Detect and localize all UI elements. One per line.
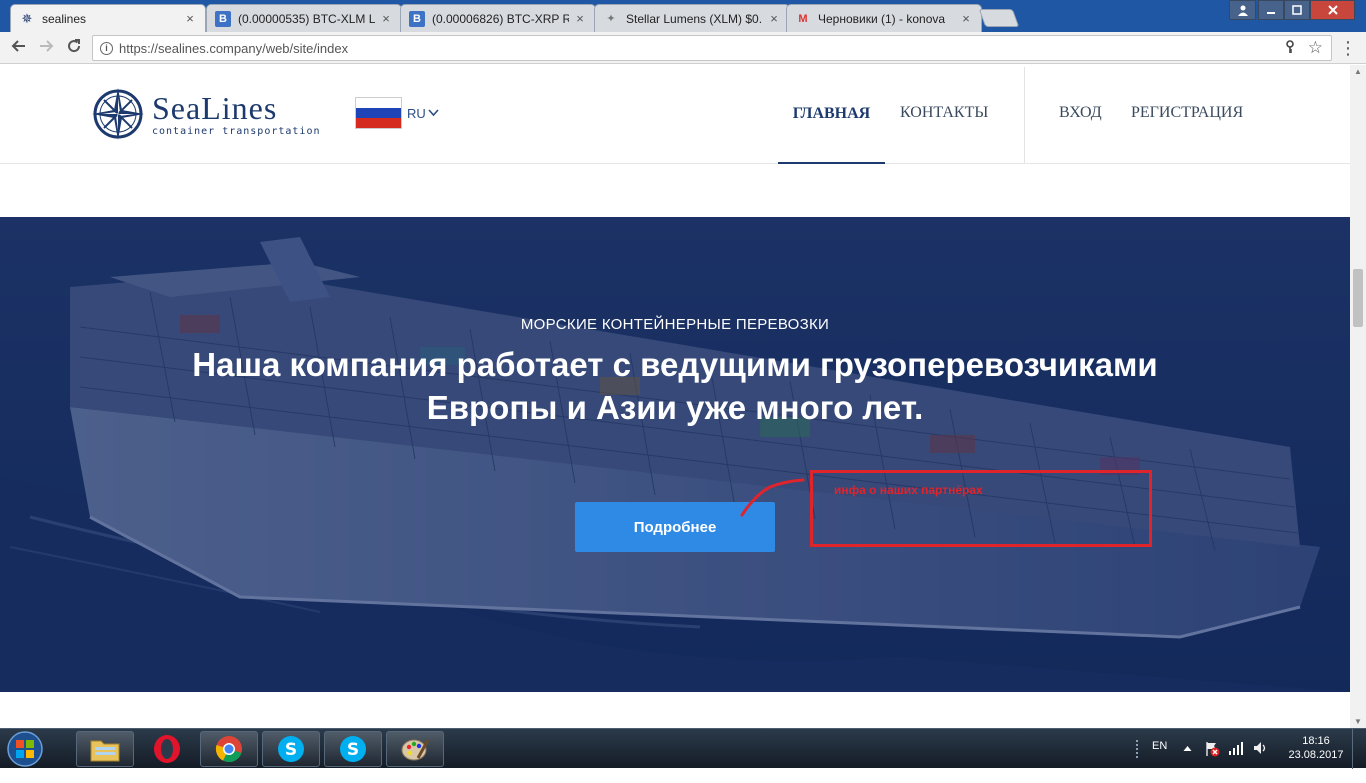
logo-name: SeaLines [152,89,278,126]
clock-date: 23.08.2017 [1288,749,1344,761]
chrome-menu-icon[interactable]: ⋮ [1339,38,1357,58]
reload-icon[interactable] [64,38,84,58]
site-header: SeaLines container transportation RU ГЛА… [0,65,1350,164]
maximize-icon[interactable] [1284,0,1310,20]
input-language[interactable]: EN [1152,740,1167,780]
chevron-down-icon [428,106,439,120]
nav-home[interactable]: ГЛАВНАЯ [778,65,885,164]
russia-flag-icon [355,97,402,129]
annotation-box [810,470,1152,547]
windows-logo-icon [7,731,43,767]
skype-icon[interactable]: S [262,731,320,767]
scroll-up-icon[interactable]: ▲ [1353,67,1363,76]
annotation-text: инфа о наших партнёрах [834,483,983,497]
back-icon[interactable] [9,38,29,58]
browser-toolbar: i https://sealines.company/web/site/inde… [0,32,1366,64]
start-button[interactable] [3,730,47,768]
network-signal-icon[interactable] [1228,741,1244,781]
key-icon[interactable] [1285,40,1295,57]
compass-rose-icon [92,88,144,140]
skype-icon[interactable]: S [324,731,382,767]
profile-icon[interactable] [1229,0,1256,20]
site-info-icon[interactable]: i [100,42,113,55]
show-hidden-icons-icon[interactable] [1183,743,1192,783]
page-scrollbar[interactable]: ▲ ▼ [1350,65,1366,728]
tab-btc-xrp[interactable]: B (0.00006826) BTC-XRP R × [400,4,596,32]
scroll-down-icon[interactable]: ▼ [1353,717,1363,726]
forward-icon[interactable] [36,38,56,58]
sealines-logo[interactable]: SeaLines container transportation [90,86,321,142]
close-icon[interactable]: × [767,11,781,26]
bittrex-b-icon: B [215,10,231,27]
bittrex-b-icon: B [409,10,425,27]
bookmark-star-icon[interactable]: ☆ [1308,38,1323,58]
page-viewport: SeaLines container transportation RU ГЛА… [0,65,1350,728]
tab-gmail[interactable]: M Черновики (1) - konova × [786,4,982,32]
clock[interactable]: 18:16 23.08.2017 [1286,734,1346,774]
volume-icon[interactable] [1253,740,1269,780]
tab-title: (0.00000535) BTC-XLM L [238,11,375,26]
paint-icon[interactable] [386,731,444,767]
close-icon[interactable]: × [573,11,587,26]
taskbar-separator [58,731,72,767]
tab-title: Черновики (1) - konova [818,11,946,26]
tab-stellar[interactable]: ✦ Stellar Lumens (XLM) $0. × [594,4,790,32]
hero-banner: МОРСКИЕ КОНТЕЙНЕРНЫЕ ПЕРЕВОЗКИ Наша комп… [0,217,1350,692]
url-text: https://sealines.company/web/site/index [119,41,349,56]
opera-icon[interactable] [138,731,196,767]
tray-overflow-grip [1135,739,1141,779]
tab-title: sealines [42,11,87,26]
close-icon[interactable]: × [379,11,393,26]
tab-sealines[interactable]: ✵ sealines × [10,4,206,32]
new-tab-button[interactable] [978,9,1020,27]
chrome-icon[interactable] [200,731,258,767]
annotation-arrow [740,478,805,517]
stellar-icon: ✦ [606,13,616,25]
nav-divider [1024,67,1025,163]
browser-tab-strip: ✵ sealines × B (0.00000535) BTC-XLM L × … [0,0,1366,32]
windows-taskbar: S S EN 18:16 23.08.2017 [0,728,1366,769]
address-bar[interactable]: i https://sealines.company/web/site/inde… [92,35,1332,61]
window-controls [1229,0,1355,20]
sealines-compass-icon: ✵ [21,10,33,26]
tab-btc-xlm[interactable]: B (0.00000535) BTC-XLM L × [206,4,402,32]
nav-login[interactable]: ВХОД [1059,104,1102,122]
scroll-thumb[interactable] [1353,269,1363,327]
svg-text:S: S [347,740,359,760]
tab-title: (0.00006826) BTC-XRP R [432,11,569,26]
close-window-icon[interactable] [1310,0,1355,20]
logo-tagline: container transportation [152,125,321,137]
language-selector[interactable]: RU [355,97,439,129]
gmail-icon: M [798,12,808,25]
svg-text:S: S [285,740,297,760]
close-icon[interactable]: × [183,11,197,26]
file-explorer-icon[interactable] [76,731,134,767]
show-desktop-button[interactable] [1352,729,1366,769]
minimize-icon[interactable] [1258,0,1284,20]
action-center-flag-icon[interactable] [1204,741,1220,781]
close-icon[interactable]: × [959,11,973,26]
tab-title: Stellar Lumens (XLM) $0. [626,11,763,26]
language-code: RU [407,105,426,121]
nav-register[interactable]: РЕГИСТРАЦИЯ [1131,104,1243,122]
nav-contacts[interactable]: КОНТАКТЫ [900,104,988,122]
clock-time: 18:16 [1302,735,1330,747]
